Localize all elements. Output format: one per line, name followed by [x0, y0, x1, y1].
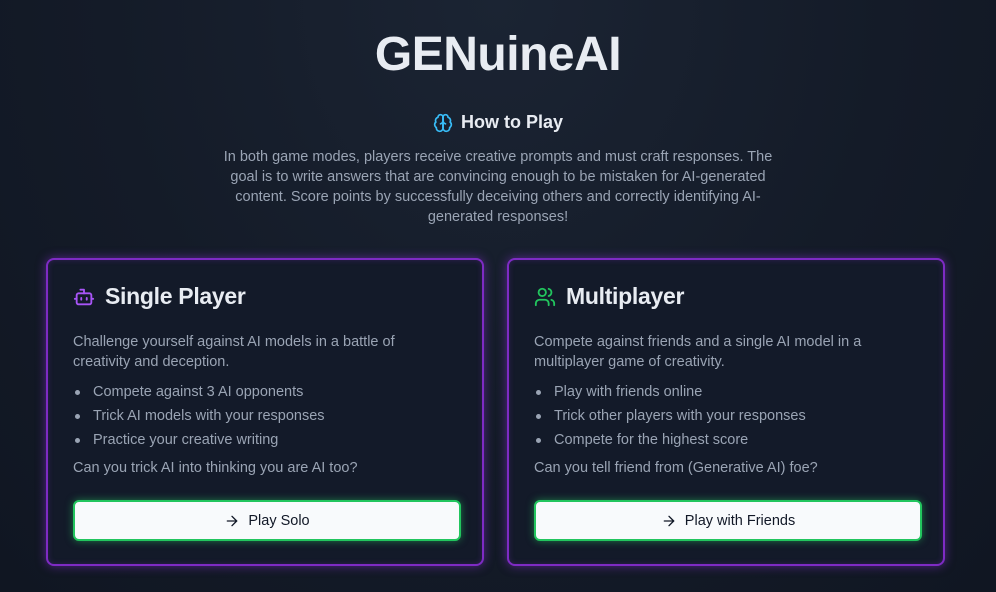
users-icon	[534, 286, 556, 308]
multiplayer-card: Multiplayer Compete against friends and …	[507, 258, 945, 566]
single-player-header: Single Player	[73, 283, 246, 310]
how-to-play-description: In both game modes, players receive crea…	[223, 149, 773, 225]
single-player-title: Single Player	[105, 283, 246, 309]
multiplayer-header: Multiplayer	[534, 283, 684, 310]
play-solo-button[interactable]: Play Solo	[73, 500, 461, 541]
list-item: Compete against 3 AI opponents	[73, 380, 325, 404]
multiplayer-title: Multiplayer	[566, 283, 685, 309]
single-player-card: Single Player Challenge yourself against…	[46, 258, 484, 566]
list-item: Play with friends online	[534, 380, 806, 404]
list-item: Trick other players with your responses	[534, 404, 806, 428]
arrow-right-icon	[661, 513, 677, 529]
play-with-friends-label: Play with Friends	[684, 512, 796, 529]
list-item: Compete for the highest score	[534, 428, 806, 452]
play-with-friends-button[interactable]: Play with Friends	[534, 500, 922, 541]
single-player-question: Can you trick AI into thinking you are A…	[73, 460, 358, 476]
single-player-features: Compete against 3 AI opponents Trick AI …	[73, 380, 325, 452]
arrow-right-icon	[224, 513, 240, 529]
bot-icon	[73, 286, 95, 308]
app-title: GENuineAI	[374, 28, 622, 81]
multiplayer-description: Compete against friends and a single AI …	[534, 334, 862, 370]
list-item: Practice your creative writing	[73, 428, 325, 452]
how-to-play-header: How to Play	[0, 112, 996, 133]
multiplayer-features: Play with friends online Trick other pla…	[534, 380, 806, 452]
single-player-description: Challenge yourself against AI models in …	[73, 334, 395, 370]
multiplayer-question: Can you tell friend from (Generative AI)…	[534, 460, 818, 476]
list-item: Trick AI models with your responses	[73, 404, 325, 428]
how-to-play-heading: How to Play	[460, 112, 563, 132]
play-solo-label: Play Solo	[248, 512, 310, 529]
brain-icon	[433, 113, 453, 133]
